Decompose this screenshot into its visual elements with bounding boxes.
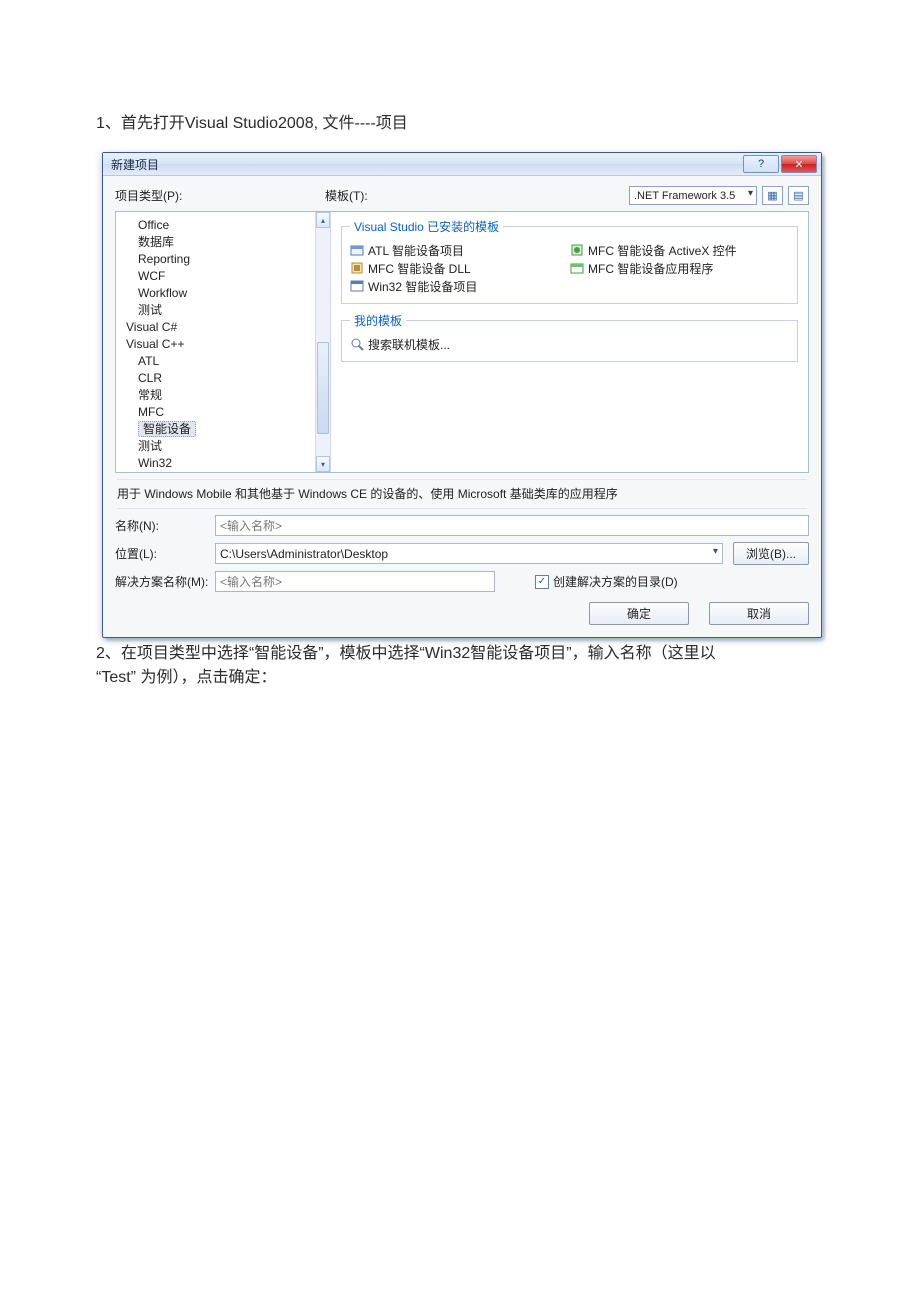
tree-item[interactable]: CLR xyxy=(138,370,330,386)
tree-item[interactable]: WCF xyxy=(138,268,330,284)
installed-templates-group: Visual Studio 已安装的模板 ATL 智能设备项目 xyxy=(341,218,798,304)
template-item[interactable]: Win32 智能设备项目 xyxy=(350,277,510,295)
close-button[interactable]: ✕ xyxy=(781,155,817,173)
location-combo[interactable]: C:\Users\Administrator\Desktop xyxy=(215,543,723,564)
tree-item[interactable]: Reporting xyxy=(138,251,330,267)
template-label: Win32 智能设备项目 xyxy=(368,278,477,295)
templates-label: 模板(T): xyxy=(325,187,368,204)
tree-item[interactable]: 测试 xyxy=(138,302,330,318)
tree-item[interactable]: Office xyxy=(138,217,330,233)
mfc-dll-icon xyxy=(350,261,364,275)
create-directory-label: 创建解决方案的目录(D) xyxy=(553,573,678,590)
template-label: MFC 智能设备应用程序 xyxy=(588,260,713,277)
templates-pane[interactable]: Visual Studio 已安装的模板 ATL 智能设备项目 xyxy=(331,212,808,472)
template-item[interactable]: MFC 智能设备应用程序 xyxy=(570,259,737,277)
scroll-up-button[interactable]: ▴ xyxy=(316,212,330,228)
project-types-label: 项目类型(P): xyxy=(115,187,325,204)
browse-button[interactable]: 浏览(B)... xyxy=(733,542,809,565)
framework-dropdown[interactable]: .NET Framework 3.5 xyxy=(629,186,757,205)
tree-item[interactable]: Win32 xyxy=(138,455,330,471)
solution-name-label: 解决方案名称(M): xyxy=(115,573,215,590)
template-item[interactable]: ATL 智能设备项目 xyxy=(350,241,510,259)
tree-scrollbar[interactable]: ▴ ▾ xyxy=(315,212,330,472)
tree-item[interactable]: 常规 xyxy=(138,387,330,403)
project-types-tree[interactable]: ▴ ▾ Office 数据库 Reporting WCF Workflow 测试… xyxy=(116,212,331,472)
dialog-title: 新建项目 xyxy=(111,156,159,173)
tree-item[interactable]: 数据库 xyxy=(138,234,330,250)
template-description: 用于 Windows Mobile 和其他基于 Windows CE 的设备的、… xyxy=(117,479,807,509)
template-item[interactable]: MFC 智能设备 DLL xyxy=(350,259,510,277)
step-2-text-line1: 2、在项目类型中选择“智能设备”，模板中选择“Win32智能设备项目”，输入名称… xyxy=(96,642,824,666)
tree-item-selected[interactable]: 智能设备 xyxy=(138,421,330,437)
checkbox-icon: ✓ xyxy=(535,575,549,589)
mfc-activex-icon xyxy=(570,243,584,257)
name-input[interactable]: <输入名称> xyxy=(215,515,809,536)
template-label: MFC 智能设备 DLL xyxy=(368,260,471,277)
template-label: ATL 智能设备项目 xyxy=(368,242,464,259)
new-project-dialog: 新建项目 ? ✕ 项目类型(P): 模板(T): .NET Framework … xyxy=(102,152,822,638)
template-label: MFC 智能设备 ActiveX 控件 xyxy=(588,242,737,259)
ok-button[interactable]: 确定 xyxy=(589,602,689,625)
scroll-thumb[interactable] xyxy=(317,342,329,434)
dialog-titlebar[interactable]: 新建项目 ? ✕ xyxy=(103,153,821,176)
step-1-text: 1、首先打开Visual Studio2008, 文件----项目 xyxy=(96,112,824,136)
cancel-button[interactable]: 取消 xyxy=(709,602,809,625)
tree-item[interactable]: MFC xyxy=(138,404,330,420)
create-directory-checkbox[interactable]: ✓ 创建解决方案的目录(D) xyxy=(535,573,678,590)
solution-name-input[interactable]: <输入名称> xyxy=(215,571,495,592)
win32-project-icon xyxy=(350,279,364,293)
search-icon xyxy=(350,337,364,351)
location-label: 位置(L): xyxy=(115,545,215,562)
atl-project-icon xyxy=(350,243,364,257)
tree-item[interactable]: Workflow xyxy=(138,285,330,301)
view-large-icons-button[interactable]: ▦ xyxy=(762,186,783,205)
tree-item[interactable]: ATL xyxy=(138,353,330,369)
search-online-label: 搜索联机模板... xyxy=(368,336,450,353)
help-button[interactable]: ? xyxy=(743,155,779,173)
scroll-down-button[interactable]: ▾ xyxy=(316,456,330,472)
template-item[interactable]: MFC 智能设备 ActiveX 控件 xyxy=(570,241,737,259)
search-online-templates[interactable]: 搜索联机模板... xyxy=(350,335,789,353)
framework-dropdown-label: .NET Framework 3.5 xyxy=(634,190,735,202)
view-small-icons-button[interactable]: ▤ xyxy=(788,186,809,205)
tree-item[interactable]: Visual C++ xyxy=(126,336,330,352)
step-2-text-line2: “Test” 为例），点击确定： xyxy=(96,666,824,690)
tree-item[interactable]: Visual C# xyxy=(126,319,330,335)
installed-templates-legend: Visual Studio 已安装的模板 xyxy=(350,218,503,235)
mfc-app-icon xyxy=(570,261,584,275)
my-templates-group: 我的模板 搜索联机模板... xyxy=(341,312,798,362)
tree-item[interactable]: 测试 xyxy=(138,438,330,454)
my-templates-legend: 我的模板 xyxy=(350,312,406,329)
name-label: 名称(N): xyxy=(115,517,215,534)
